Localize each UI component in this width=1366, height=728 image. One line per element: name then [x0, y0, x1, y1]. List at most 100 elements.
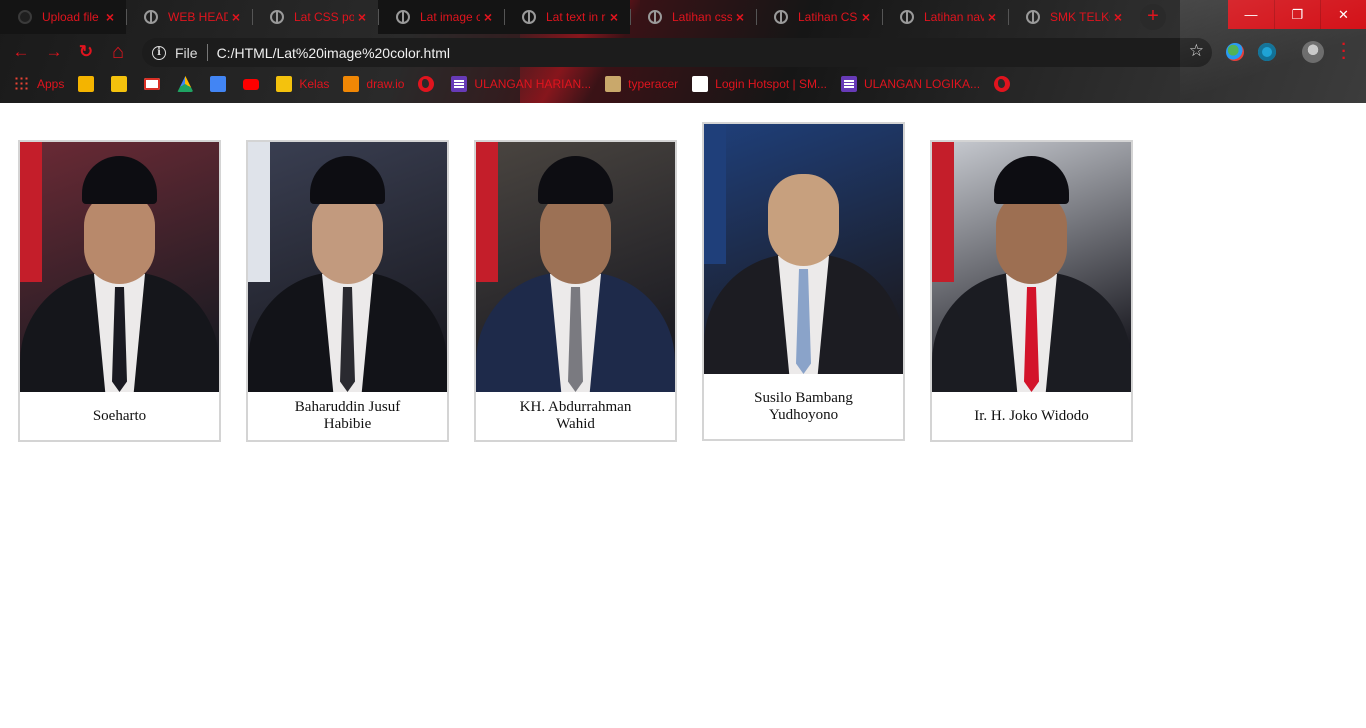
globe-icon [396, 10, 410, 24]
bookmark-item[interactable]: ULANGAN HARIAN... [451, 76, 591, 92]
portrait-caption: KH. Abdurrahman Wahid [519, 399, 632, 432]
bookmark-item[interactable] [994, 76, 1017, 92]
close-tab-icon[interactable]: × [606, 9, 622, 25]
close-tab-icon[interactable]: × [984, 9, 1000, 25]
reload-button[interactable]: ↻ [75, 41, 97, 63]
google-docs-icon [210, 76, 227, 92]
tab-latihan-nav[interactable]: Latihan nav × [882, 0, 1008, 34]
tab-label: WEB HEAD [168, 10, 228, 24]
globe-icon [900, 10, 914, 24]
bookmark-item[interactable]: Kelas [276, 76, 329, 92]
bookmark-label: Apps [37, 77, 65, 91]
restore-button[interactable]: ❐ [1274, 0, 1320, 29]
gallery-card[interactable]: KH. Abdurrahman Wahid [474, 140, 677, 442]
globe-icon [648, 10, 662, 24]
drawio-icon [343, 76, 360, 92]
minimize-button[interactable]: — [1228, 0, 1274, 29]
extension-icon[interactable] [1258, 43, 1276, 61]
toolbar: ← → ↻ ⌂ i File C:/HTML/Lat%20image%20col… [0, 36, 1366, 68]
typeracer-icon [605, 76, 622, 92]
tab-latihan-css-2[interactable]: Latihan CSS × [756, 0, 882, 34]
globe-icon [994, 76, 1011, 92]
window-controls: — ❐ ✕ [1228, 0, 1366, 29]
menu-icon[interactable]: · · · [1340, 37, 1348, 67]
globe-icon [522, 10, 536, 24]
tab-label: Latihan nav [924, 10, 984, 24]
bookmark-item[interactable] [111, 76, 134, 92]
close-tab-icon[interactable]: × [354, 9, 370, 25]
bookmark-label: ULANGAN HARIAN... [474, 77, 592, 91]
bookmark-item[interactable] [210, 76, 233, 92]
google-forms-icon [841, 76, 857, 92]
close-window-button[interactable]: ✕ [1320, 0, 1366, 29]
tab-smk-telkom[interactable]: SMK TELKO × [1008, 0, 1134, 34]
google-drive-icon [177, 76, 194, 92]
profile-avatar[interactable] [1302, 41, 1324, 63]
tab-lat-text[interactable]: Lat text in r × [504, 0, 630, 34]
github-icon [18, 10, 32, 24]
gallery-card[interactable]: Susilo Bambang Yudhoyono [702, 122, 905, 441]
tab-upload-file[interactable]: Upload file × [0, 0, 126, 34]
hotspot-icon [692, 76, 709, 92]
bookmark-item[interactable]: Login Hotspot | SM... [692, 76, 827, 92]
tab-label: Latihan CSS [798, 10, 858, 24]
tab-lat-css-pos[interactable]: Lat CSS pos × [252, 0, 378, 34]
portrait-image [476, 142, 675, 392]
gallery-card[interactable]: Soeharto [18, 140, 221, 442]
tab-label: Lat text in r [546, 10, 606, 24]
url-text[interactable]: C:/HTML/Lat%20image%20color.html [217, 45, 450, 61]
close-tab-icon[interactable]: × [858, 9, 874, 25]
close-tab-icon[interactable]: × [102, 9, 118, 25]
bookmark-item[interactable] [243, 78, 266, 90]
info-icon[interactable]: i [152, 45, 166, 60]
google-classroom-icon [276, 76, 293, 92]
tab-label: Lat CSS pos [294, 10, 354, 24]
address-bar[interactable]: i File C:/HTML/Lat%20image%20color.html … [142, 38, 1212, 67]
extension-icon[interactable] [1226, 43, 1244, 61]
portrait-caption: Susilo Bambang Yudhoyono [754, 390, 853, 423]
tab-latihan-css[interactable]: Latihan css × [630, 0, 756, 34]
bookmark-item[interactable] [144, 78, 167, 90]
portrait-image [248, 142, 447, 392]
close-tab-icon[interactable]: × [228, 9, 244, 25]
portrait-caption: Baharuddin Jusuf Habibie [294, 399, 401, 432]
tab-label: SMK TELKO [1050, 10, 1110, 24]
bookmark-item[interactable]: Apps [14, 76, 64, 92]
bookmark-item[interactable] [78, 76, 101, 92]
page-content: Soeharto Baharuddin Jusuf Habibie KH. Abdu… [0, 103, 1366, 728]
bookmark-label: draw.io [366, 77, 405, 91]
forward-button[interactable]: → [43, 41, 65, 63]
google-slides-icon [78, 76, 95, 92]
globe-icon [418, 76, 435, 92]
globe-icon [774, 10, 788, 24]
bookmark-label: typeracer [628, 77, 679, 91]
close-tab-icon[interactable]: × [1110, 9, 1126, 25]
google-forms-icon [451, 76, 468, 92]
close-tab-icon[interactable]: × [732, 9, 748, 25]
gallery-card[interactable]: Baharuddin Jusuf Habibie [246, 140, 449, 442]
tab-label: Upload file [42, 10, 99, 24]
bookmark-item[interactable]: draw.io [343, 76, 404, 92]
tab-web-head[interactable]: WEB HEAD × [126, 0, 252, 34]
youtube-icon [243, 78, 260, 90]
portrait-image [20, 142, 219, 392]
globe-icon [144, 10, 158, 24]
portrait-image [704, 124, 903, 374]
bookmark-star-icon[interactable]: ☆ [1189, 41, 1204, 61]
home-button[interactable]: ⌂ [107, 41, 129, 63]
new-tab-button[interactable]: + [1140, 4, 1166, 30]
tab-label: Lat image c [420, 10, 480, 24]
tab-lat-image[interactable]: Lat image c × [378, 0, 504, 34]
bookmark-item[interactable] [418, 76, 441, 92]
google-classroom-icon [111, 76, 128, 92]
back-button[interactable]: ← [10, 41, 32, 63]
bookmark-item[interactable] [177, 76, 200, 92]
tab-strip: Upload file × WEB HEAD × Lat CSS pos × L… [0, 0, 1230, 34]
close-tab-icon[interactable]: × [480, 9, 496, 25]
gmail-icon [144, 78, 161, 90]
globe-icon [1026, 10, 1040, 24]
bookmark-item[interactable]: ULANGAN LOGIKA... [841, 76, 980, 92]
bookmark-item[interactable]: typeracer [605, 76, 678, 92]
gallery-card[interactable]: Ir. H. Joko Widodo [930, 140, 1133, 442]
divider [206, 44, 208, 61]
